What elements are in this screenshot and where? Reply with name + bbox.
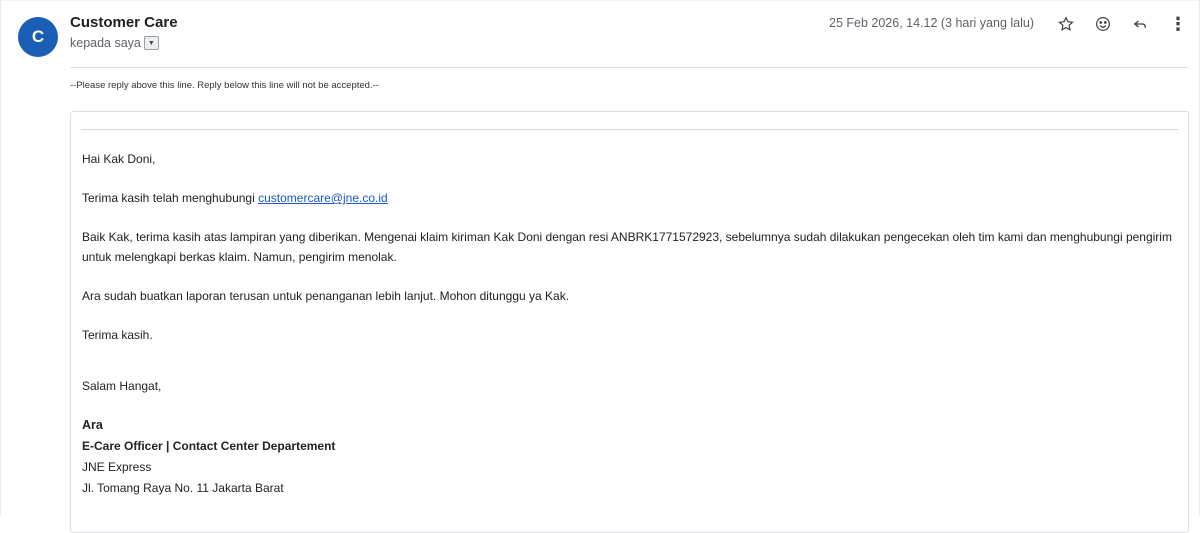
card-divider: [81, 129, 1178, 130]
dropdown-icon[interactable]: ▼: [143, 36, 159, 50]
reply-notice: --Please reply above this line. Reply be…: [70, 80, 379, 91]
greeting: Hai Kak Doni,: [82, 152, 156, 166]
emoji-icon[interactable]: [1091, 12, 1115, 36]
message-card: Hai Kak Doni, Terima kasih telah menghub…: [70, 111, 1189, 533]
signature-title: E-Care Officer | Contact Center Departem…: [82, 439, 336, 453]
recipient-row: kepada saya ▼: [70, 36, 159, 50]
thanks-line: Terima kasih telah menghubungi customerc…: [82, 188, 1176, 208]
signoff: Salam Hangat,: [82, 379, 162, 393]
thanks-text: Terima kasih telah menghubungi: [82, 191, 259, 205]
more-vert-icon[interactable]: ⋮: [1166, 12, 1190, 36]
message-body: Hai Kak Doni, Terima kasih telah menghub…: [82, 149, 1176, 499]
message-date: 25 Feb 2026, 14.12 (3 hari yang lalu): [829, 16, 1034, 30]
left-border: [0, 0, 1, 515]
header-divider: [70, 67, 1188, 68]
signature: Ara E-Care Officer | Contact Center Depa…: [82, 415, 1176, 499]
recipient-label: kepada saya: [70, 36, 141, 50]
star-icon[interactable]: [1054, 12, 1078, 36]
signature-address: Jl. Tomang Raya No. 11 Jakarta Barat: [82, 481, 284, 495]
body-paragraph: Baik Kak, terima kasih atas lampiran yan…: [82, 230, 1172, 264]
reply-icon[interactable]: [1128, 12, 1152, 36]
sender-name[interactable]: Customer Care: [70, 14, 178, 31]
signature-name: Ara: [82, 418, 103, 432]
avatar[interactable]: C: [18, 17, 58, 57]
top-divider: [0, 0, 1200, 1]
followup-paragraph: Ara sudah buatkan laporan terusan untuk …: [82, 289, 570, 303]
email-link[interactable]: customercare@jne.co.id: [258, 191, 388, 205]
closing-thanks: Terima kasih.: [82, 328, 153, 342]
signature-company: JNE Express: [82, 460, 152, 474]
